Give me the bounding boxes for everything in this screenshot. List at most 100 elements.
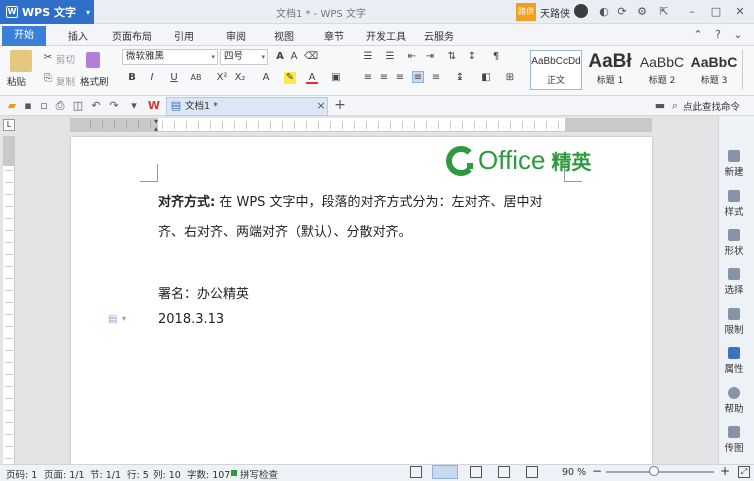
- minimize-icon[interactable]: –: [684, 4, 700, 20]
- shrink-font-icon[interactable]: A: [288, 51, 300, 63]
- paragraph-line-2[interactable]: 齐、右对齐、两端对齐（默认）、分散对齐。: [158, 221, 412, 240]
- web-view-icon[interactable]: [498, 466, 510, 478]
- style-heading3[interactable]: AaBbC 标题 3: [688, 50, 740, 90]
- app-menu-button[interactable]: W WPS 文字 ▾: [0, 0, 94, 24]
- help-icon[interactable]: ?: [710, 27, 726, 43]
- format-painter-button[interactable]: 格式刷: [80, 74, 109, 88]
- align-left-icon[interactable]: ≡: [362, 72, 374, 84]
- tab-section[interactable]: 章节: [324, 28, 344, 43]
- wps-home-icon[interactable]: W: [146, 98, 162, 114]
- collapse-icon[interactable]: ⌃: [690, 27, 706, 43]
- bullet-list-icon[interactable]: ☰: [362, 51, 374, 63]
- zoom-slider-thumb[interactable]: [649, 466, 659, 476]
- panel-select[interactable]: 选择: [718, 268, 750, 296]
- underline-icon[interactable]: U: [168, 72, 180, 84]
- outline-view-icon[interactable]: [470, 466, 482, 478]
- cut-button[interactable]: 剪切: [56, 52, 75, 66]
- tab-insert[interactable]: 插入: [68, 28, 88, 43]
- skin-icon[interactable]: ◐: [596, 4, 612, 20]
- focus-mode-icon[interactable]: [410, 466, 422, 478]
- zoom-in-icon[interactable]: +: [720, 464, 730, 478]
- redo-icon[interactable]: ↷: [106, 98, 122, 114]
- close-tab-icon[interactable]: ×: [313, 98, 329, 114]
- user-name[interactable]: 天路侠: [540, 5, 570, 20]
- highlight-icon[interactable]: ✎: [284, 72, 296, 84]
- restore-icon[interactable]: ⇱: [656, 4, 672, 20]
- tab-stop-icon[interactable]: L: [3, 119, 15, 131]
- font-size-select[interactable]: 四号 ▾: [220, 49, 268, 65]
- status-page-count[interactable]: 页面: 1/1: [44, 467, 85, 481]
- zoom-slider[interactable]: [606, 471, 714, 473]
- justify-icon[interactable]: ≡: [412, 71, 424, 83]
- new-tab-icon[interactable]: +: [332, 97, 348, 113]
- superscript-icon[interactable]: X²: [216, 72, 228, 84]
- status-row[interactable]: 行: 5: [127, 467, 149, 481]
- tab-page-layout[interactable]: 页面布局: [112, 28, 152, 43]
- maximize-icon[interactable]: □: [708, 4, 724, 20]
- shading-icon[interactable]: ◧: [480, 72, 492, 84]
- italic-icon[interactable]: I: [146, 72, 158, 84]
- style-heading2[interactable]: AaBbC 标题 2: [636, 50, 688, 90]
- paragraph-layout-icon[interactable]: ▤: [108, 314, 120, 326]
- status-page-number[interactable]: 页码: 1: [6, 467, 37, 481]
- export-pdf-icon[interactable]: ▫: [36, 98, 52, 114]
- zoom-out-icon[interactable]: −: [592, 464, 602, 478]
- align-center-icon[interactable]: ≡: [378, 72, 390, 84]
- panel-shapes[interactable]: 形状: [718, 229, 750, 257]
- decrease-indent-icon[interactable]: ⇤: [406, 51, 418, 63]
- panel-restrict[interactable]: 限制: [718, 308, 750, 336]
- status-section[interactable]: 节: 1/1: [90, 467, 121, 481]
- tab-view[interactable]: 视图: [274, 28, 294, 43]
- style-heading1[interactable]: AaBł 标题 1: [584, 50, 636, 90]
- copy-button[interactable]: 复制: [56, 74, 75, 88]
- status-badge[interactable]: 路供: [516, 3, 536, 21]
- update-icon[interactable]: ⟳: [614, 4, 630, 20]
- tab-developer[interactable]: 开发工具: [366, 28, 406, 43]
- avatar[interactable]: [574, 4, 588, 18]
- styles-scroll[interactable]: [742, 50, 752, 90]
- status-column[interactable]: 列: 10: [153, 467, 181, 481]
- undo-icon[interactable]: ↶: [88, 98, 104, 114]
- clear-format-icon[interactable]: ⌫: [304, 51, 318, 63]
- text-effect-icon[interactable]: A: [260, 72, 272, 84]
- print-preview-icon[interactable]: ◫: [70, 98, 86, 114]
- panel-new[interactable]: 新建: [718, 150, 750, 178]
- line-spacing-icon[interactable]: ↨: [454, 72, 466, 84]
- distribute-icon[interactable]: ≡: [430, 72, 442, 84]
- char-border-icon[interactable]: ▣: [330, 72, 342, 84]
- print-icon[interactable]: ⎙: [52, 98, 68, 114]
- chevron-down-icon[interactable]: ▾: [122, 314, 126, 323]
- tab-review[interactable]: 审阅: [226, 28, 246, 43]
- sort-icon[interactable]: ↕: [466, 51, 478, 63]
- numbered-list-icon[interactable]: ☰: [384, 51, 396, 63]
- paste-button[interactable]: 粘贴: [7, 74, 26, 88]
- signature-line[interactable]: 署名：办公精英: [158, 283, 249, 302]
- tab-references[interactable]: 引用: [174, 28, 194, 43]
- show-marks-icon[interactable]: ¶: [490, 51, 502, 63]
- panel-upload[interactable]: 传图: [718, 426, 750, 454]
- style-normal[interactable]: AaBbCcDd 正文: [530, 50, 582, 90]
- grow-font-icon[interactable]: A: [274, 51, 286, 63]
- paste-icon[interactable]: [10, 50, 32, 72]
- tab-cloud[interactable]: 云服务: [424, 28, 454, 43]
- font-name-select[interactable]: 微软雅黑 ▾: [122, 49, 218, 65]
- panel-properties[interactable]: 属性: [718, 347, 750, 375]
- settings-icon[interactable]: ⚙: [634, 4, 650, 20]
- open-icon[interactable]: ▰: [4, 98, 20, 114]
- align-right-icon[interactable]: ≡: [394, 72, 406, 84]
- tab-start[interactable]: 开始: [2, 26, 46, 46]
- border-icon[interactable]: ⊞: [504, 72, 516, 84]
- status-spell-check[interactable]: 拼写检查: [240, 467, 278, 481]
- close-icon[interactable]: ✕: [732, 4, 748, 20]
- date-line[interactable]: 2018.3.13: [158, 312, 224, 327]
- chinese-layout-icon[interactable]: ⇅: [446, 51, 458, 63]
- zoom-level[interactable]: 90 %: [562, 467, 586, 478]
- panel-help[interactable]: 帮助: [718, 387, 750, 415]
- fit-page-icon[interactable]: ⤢: [738, 466, 750, 478]
- comment-icon[interactable]: ▬: [652, 98, 668, 114]
- paragraph-line-1[interactable]: 对齐方式: 在 WPS 文字中，段落的对齐方式分为：左对齐、居中对: [158, 191, 543, 210]
- customize-chevron-icon[interactable]: ▾: [126, 98, 142, 114]
- command-search[interactable]: 点此查找命令: [683, 99, 740, 113]
- font-color-icon[interactable]: A: [306, 72, 318, 84]
- save-icon[interactable]: ▪: [20, 98, 36, 114]
